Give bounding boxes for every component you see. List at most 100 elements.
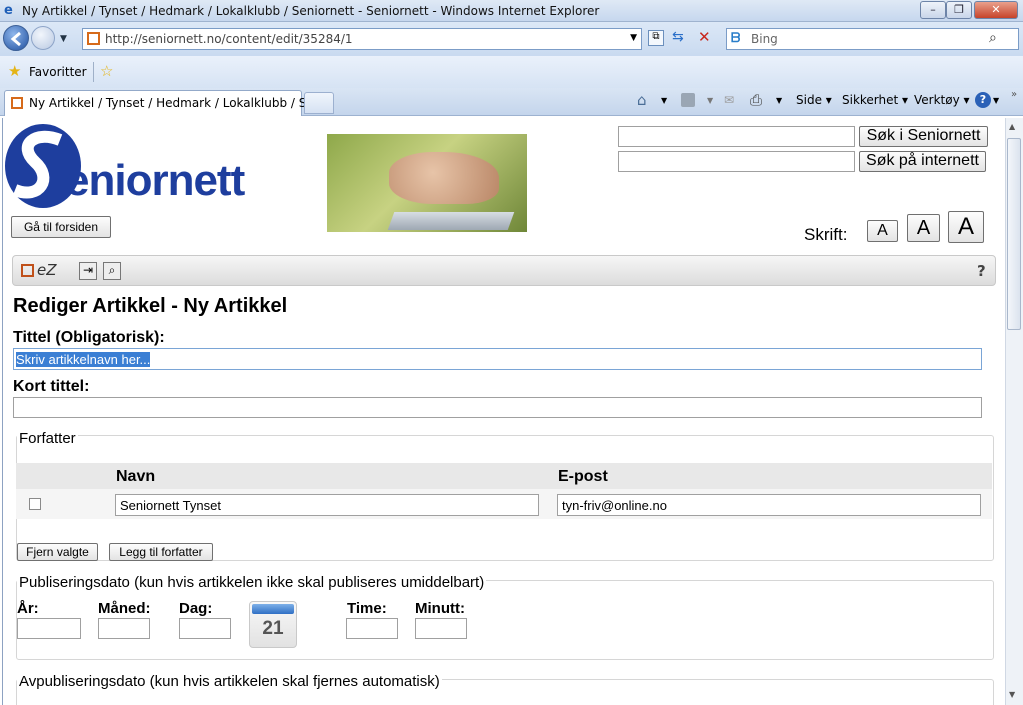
search-site-button[interactable]: Søk i Seniornett <box>859 126 988 147</box>
calendar-day-icon: 21 <box>262 618 284 639</box>
feed-dropdown-icon[interactable]: ▼ <box>707 96 713 105</box>
search-icon[interactable]: ⌕ <box>989 30 997 46</box>
publish-month-input[interactable] <box>98 618 150 639</box>
search-placeholder: Bing <box>751 32 778 46</box>
stop-icon[interactable]: ✕ <box>698 28 711 46</box>
tools-menu[interactable]: Verktøy ▾ <box>914 93 970 107</box>
bing-search-box[interactable]: ᗷ Bing ⌕ <box>726 28 1019 50</box>
divider <box>93 62 94 82</box>
calendar-header-icon <box>252 604 294 614</box>
minimize-button[interactable]: – <box>920 1 946 19</box>
safety-menu-label: Sikkerhet <box>842 93 899 107</box>
author-email-header: E-post <box>558 468 608 485</box>
scrollbar-thumb[interactable] <box>1007 138 1021 330</box>
compat-view-icon[interactable]: ⧉ <box>648 30 664 46</box>
author-select-checkbox[interactable] <box>29 498 41 510</box>
laptop-shape <box>387 212 515 230</box>
font-medium-button[interactable]: A <box>907 214 940 242</box>
favorites-button[interactable]: Favoritter <box>29 65 87 79</box>
font-small-button[interactable]: A <box>867 220 898 242</box>
add-author-button[interactable]: Legg til forfatter <box>109 543 213 561</box>
scroll-up-icon[interactable]: ▲ <box>1009 122 1015 131</box>
publish-year-label: År: <box>17 600 39 617</box>
publish-hour-input[interactable] <box>346 618 398 639</box>
rss-feed-icon[interactable] <box>681 93 695 107</box>
ez-logo: eZ <box>37 261 57 279</box>
address-url: http://seniornett.no/content/edit/35284/… <box>105 32 353 46</box>
ez-page-icon[interactable] <box>21 264 34 277</box>
author-email-input[interactable]: tyn-friv@online.no <box>557 494 981 516</box>
laptop-hands-photo <box>327 134 527 232</box>
publish-fieldset <box>16 580 994 660</box>
forward-button[interactable] <box>31 26 55 50</box>
publish-minute-label: Minutt: <box>415 600 465 617</box>
publish-legend: Publiseringsdato (kun hvis artikkelen ik… <box>17 574 487 591</box>
publish-day-label: Dag: <box>179 600 213 617</box>
help-dropdown-icon[interactable]: ▼ <box>993 96 999 105</box>
ez-help-icon[interactable]: ? <box>977 262 986 280</box>
search-web-button[interactable]: Søk på internett <box>859 151 986 172</box>
font-size-label: Skrift: <box>804 225 848 244</box>
close-button[interactable]: ✕ <box>974 1 1018 19</box>
publish-calendar-button[interactable]: 21 <box>249 601 297 648</box>
tab-title: Ny Artikkel / Tynset / Hedmark / Lokalkl… <box>29 96 326 110</box>
web-search-input[interactable] <box>618 151 855 172</box>
bing-logo-icon: ᗷ <box>731 31 741 46</box>
page-content: eniornett Søk i Seniornett Søk på intern… <box>2 118 1005 705</box>
page-favicon-icon <box>87 32 100 45</box>
history-dropdown-icon[interactable]: ▼ <box>60 34 67 44</box>
back-button[interactable] <box>3 25 29 51</box>
tab-active[interactable]: Ny Artikkel / Tynset / Hedmark / Lokalkl… <box>4 90 325 116</box>
author-name-header: Navn <box>116 468 156 485</box>
tools-menu-label: Verktøy <box>914 93 960 107</box>
short-title-input[interactable] <box>13 397 982 418</box>
home-page-button[interactable]: Gå til forsiden <box>11 216 111 238</box>
publish-day-input[interactable] <box>179 618 231 639</box>
title-label: Tittel (Obligatorisk): <box>13 329 165 346</box>
refresh-icon[interactable]: ⇆ <box>672 29 684 45</box>
page-menu[interactable]: Side ▾ <box>796 93 832 107</box>
favorites-bar <box>0 56 1023 88</box>
more-chevron-icon[interactable]: » <box>1011 89 1017 100</box>
home-icon[interactable]: ⌂ <box>637 91 647 109</box>
logo-text: eniornett <box>65 156 245 205</box>
publish-hour-label: Time: <box>347 600 387 617</box>
unpublish-legend: Avpubliseringsdato (kun hvis artikkelen … <box>17 673 442 690</box>
print-dropdown-icon[interactable]: ▼ <box>776 96 782 105</box>
ez-toolbar: eZ ⇥ ⌕ ? <box>12 255 996 286</box>
font-large-button[interactable]: A <box>948 211 984 243</box>
window-title: Ny Artikkel / Tynset / Hedmark / Lokalkl… <box>22 4 600 18</box>
safety-menu[interactable]: Sikkerhet ▾ <box>842 93 908 107</box>
tab-favicon-icon <box>11 97 23 109</box>
help-icon[interactable]: ? <box>975 92 991 108</box>
author-name-input[interactable]: Seniornett Tynset <box>115 494 539 516</box>
remove-selected-button[interactable]: Fjern valgte <box>17 543 98 561</box>
ie-logo-icon: e <box>4 3 13 18</box>
page-heading: Rediger Artikkel - Ny Artikkel <box>13 295 288 317</box>
add-favorite-icon[interactable]: ☆ <box>100 62 113 80</box>
maximize-button[interactable]: ❐ <box>946 1 972 19</box>
favorites-star-icon[interactable]: ★ <box>8 62 21 80</box>
address-bar[interactable]: http://seniornett.no/content/edit/35284/… <box>82 28 642 50</box>
mail-icon[interactable]: ✉ <box>724 93 734 107</box>
publish-minute-input[interactable] <box>415 618 467 639</box>
publish-year-input[interactable] <box>17 618 81 639</box>
print-icon[interactable]: ⎙ <box>750 91 762 109</box>
publish-month-label: Måned: <box>98 600 151 617</box>
preview-icon[interactable]: ⌕ <box>103 262 121 280</box>
scroll-down-icon[interactable]: ▼ <box>1009 690 1015 699</box>
hands-shape <box>389 152 499 204</box>
author-legend: Forfatter <box>17 430 78 447</box>
site-search-input[interactable] <box>618 126 855 147</box>
back-arrow-icon <box>10 31 21 47</box>
page-menu-label: Side <box>796 93 822 107</box>
address-dropdown-icon[interactable]: ▼ <box>630 33 637 43</box>
title-input[interactable]: Skriv artikkelnavn her... <box>13 348 982 370</box>
title-input-value: Skriv artikkelnavn her... <box>16 352 151 367</box>
home-dropdown-icon[interactable]: ▼ <box>661 96 667 105</box>
seniornett-logo[interactable]: eniornett <box>5 120 305 212</box>
author-table-header <box>16 463 992 489</box>
logout-icon[interactable]: ⇥ <box>79 262 97 280</box>
new-tab-button[interactable] <box>304 92 334 114</box>
short-title-label: Kort tittel: <box>13 378 90 395</box>
